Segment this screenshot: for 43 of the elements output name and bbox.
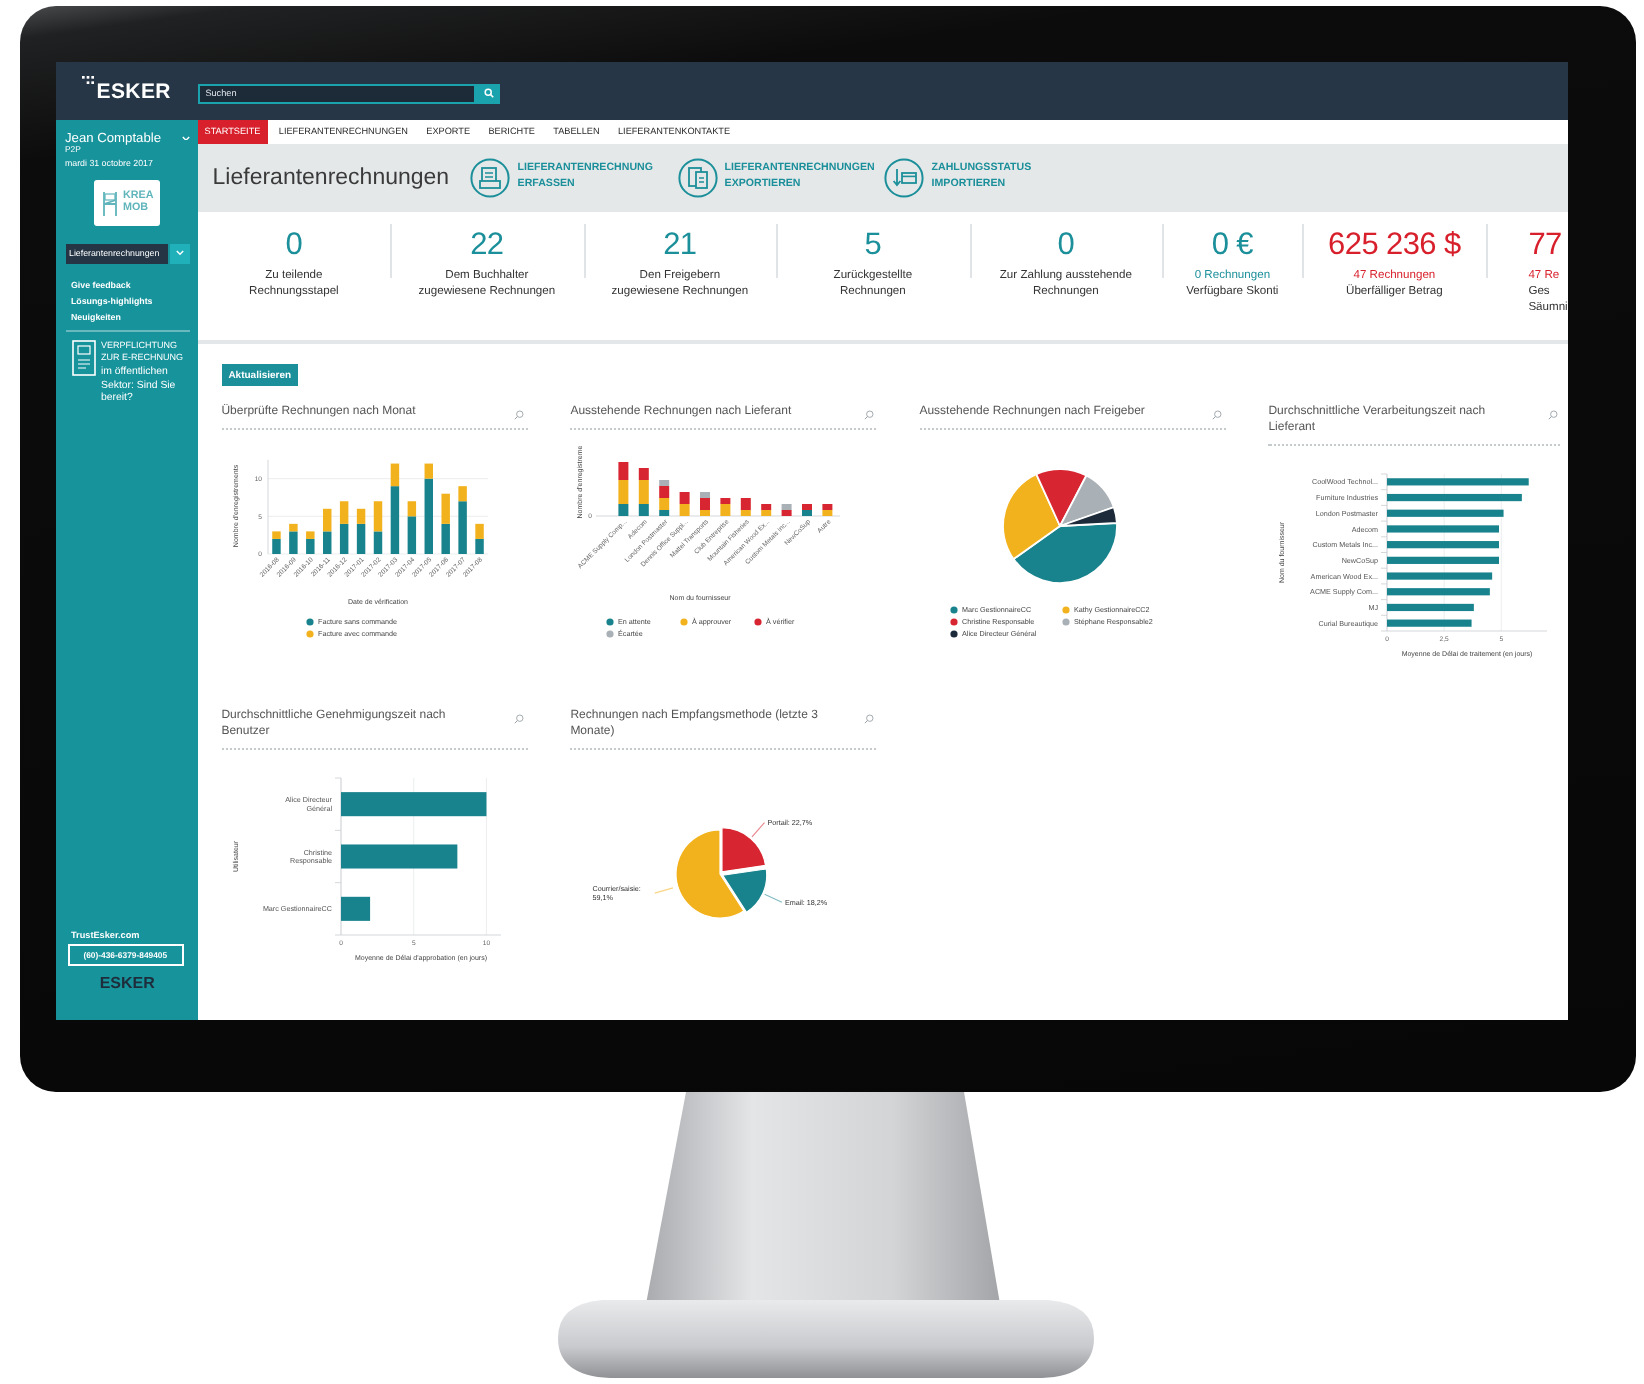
leader-line (764, 893, 783, 903)
search-button[interactable] (476, 83, 500, 103)
bar (1387, 556, 1500, 564)
search-icon[interactable] (863, 713, 874, 723)
kpi-value: 625 236 $ (1328, 228, 1461, 262)
bar (1387, 603, 1475, 612)
bar (340, 896, 370, 921)
kpi-value: 0 € (1211, 228, 1254, 262)
search-icon (483, 88, 494, 98)
kpi-value: 21 (663, 228, 697, 262)
document-tray-icon (470, 158, 511, 198)
bar (1387, 619, 1472, 627)
esker-logo: ESKER (99, 974, 155, 994)
chevron-down-icon (175, 250, 184, 256)
chevron-down-icon[interactable] (181, 135, 190, 141)
search-icon[interactable] (1547, 409, 1558, 419)
chair-icon (100, 189, 121, 218)
dots-icon (82, 75, 95, 83)
bar (1387, 509, 1504, 517)
arrow-card-icon (884, 158, 925, 198)
esker-logo[interactable]: ESKER (82, 79, 171, 103)
bar (1387, 478, 1530, 486)
leader-line (654, 887, 674, 894)
leader-line (751, 821, 766, 838)
search-icon[interactable] (863, 409, 874, 419)
bar (1387, 493, 1523, 502)
search-icon[interactable] (514, 409, 525, 419)
bar (1387, 525, 1500, 533)
kpi-value: 5 (864, 228, 882, 262)
bar (1387, 572, 1493, 580)
search-icon[interactable] (1212, 409, 1223, 419)
kpi-value: 0 (1057, 228, 1075, 262)
kpi-value: 0 (285, 228, 303, 262)
documents-icon (677, 158, 718, 198)
bar (1387, 541, 1500, 549)
kpi-value: 77 (1528, 228, 1562, 262)
document-icon (71, 340, 95, 377)
kpi-value: 22 (470, 228, 504, 262)
bar (1387, 588, 1491, 596)
bar (340, 844, 457, 869)
dropdown-button[interactable] (169, 243, 190, 264)
search-icon[interactable] (514, 713, 525, 723)
page-title: Lieferantenrechnungen (212, 166, 452, 190)
